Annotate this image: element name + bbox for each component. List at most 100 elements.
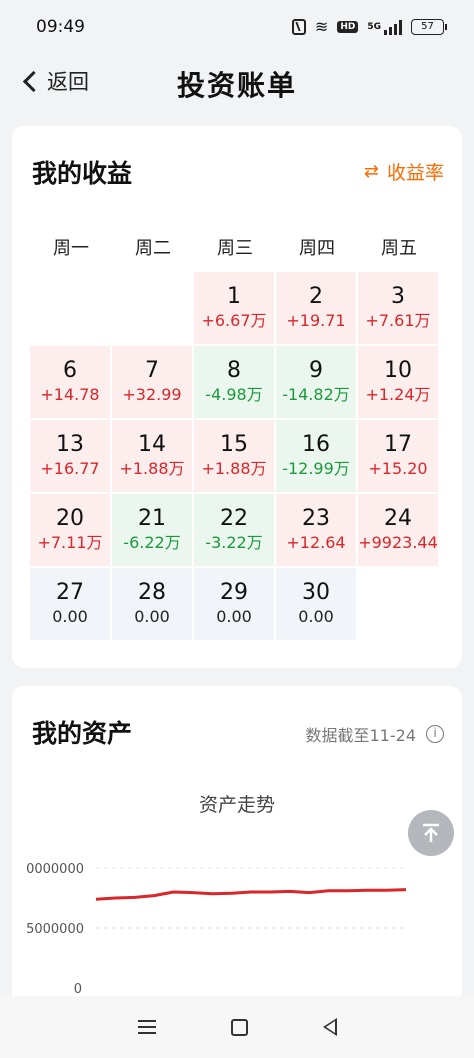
day-income-amount: 0.00 — [298, 606, 334, 626]
signal-icon — [384, 19, 402, 35]
hd-icon: HD — [337, 21, 359, 33]
day-number: 30 — [302, 580, 330, 606]
day-number: 28 — [138, 580, 166, 606]
day-income-amount: +6.67万 — [201, 310, 267, 330]
day-number: 17 — [384, 432, 412, 458]
status-time: 09:49 — [36, 17, 85, 37]
calendar-day-cell[interactable]: 16 -12.99万 — [276, 420, 356, 492]
data-date-label: 数据截至11-24 — [305, 726, 417, 745]
calendar-day-cell[interactable]: 24 +9923.44 — [358, 494, 438, 566]
calendar-day-cell[interactable]: 29 0.00 — [194, 568, 274, 640]
page-title: 投资账单 — [176, 69, 297, 102]
calendar-day-cell[interactable]: 10 +1.24万 — [358, 346, 438, 418]
day-number: 20 — [56, 506, 84, 532]
calendar-day-cell[interactable]: 17 +15.20 — [358, 420, 438, 492]
income-card: 我的收益 ⇄ 收益率 周一 周二 周三 周四 周五 1 +6.67万 2 +19.71… — [12, 126, 462, 668]
day-income-amount: -4.98万 — [205, 384, 263, 404]
weekday-label: 周二 — [135, 238, 171, 259]
info-icon[interactable]: i — [426, 725, 444, 743]
day-income-amount: +32.99 — [122, 384, 182, 404]
day-number: 7 — [145, 358, 159, 384]
day-number: 29 — [220, 580, 248, 606]
calendar-day-cell[interactable]: 20 +7.11万 — [30, 494, 110, 566]
day-number: 3 — [391, 284, 405, 310]
y-tick-label: 5000000 — [26, 922, 84, 937]
weekday-header: 周一 周二 周三 周四 周五 — [30, 234, 440, 260]
day-income-amount: +1.24万 — [365, 384, 431, 404]
calendar-day-cell[interactable]: 15 +1.88万 — [194, 420, 274, 492]
weekday-label: 周四 — [299, 238, 335, 259]
day-income-amount: -3.22万 — [205, 532, 263, 552]
calendar-day-cell[interactable]: 21 -6.22万 — [112, 494, 192, 566]
day-income-amount: +16.77 — [40, 458, 100, 478]
status-bar: 09:49 ≋ HD 5G 57 — [0, 0, 474, 54]
day-income-amount: 0.00 — [216, 606, 252, 626]
nfc-icon — [291, 19, 306, 35]
day-income-amount: +12.64 — [286, 532, 346, 552]
back-to-top-button[interactable] — [408, 810, 454, 856]
income-title: 我的收益 — [32, 159, 133, 188]
battery-icon: 57 — [411, 19, 447, 35]
day-number: 14 — [138, 432, 166, 458]
day-income-amount: -12.99万 — [282, 458, 350, 478]
day-income-amount: -14.82万 — [282, 384, 350, 404]
asset-trend-line — [95, 888, 407, 901]
menu-icon[interactable] — [137, 1020, 156, 1034]
day-income-amount: +1.88万 — [119, 458, 185, 478]
income-calendar: 1 +6.67万 2 +19.71 3 +7.61万 6 +14.78 7 +32.99 8 -4.9… — [30, 272, 440, 642]
calendar-day-cell[interactable]: 23 +12.64 — [276, 494, 356, 566]
top-navigation: 返回 投资账单 — [0, 54, 474, 116]
y-tick-label: 0 — [74, 982, 82, 997]
day-income-amount: 0.00 — [134, 606, 170, 626]
day-income-amount: 0.00 — [52, 606, 88, 626]
day-number: 27 — [56, 580, 84, 606]
day-income-amount: +19.71 — [286, 310, 346, 330]
chart-title: 资产走势 — [198, 794, 275, 816]
day-number: 23 — [302, 506, 330, 532]
day-number: 9 — [309, 358, 323, 384]
day-income-amount: +9923.44 — [358, 532, 438, 552]
arrow-up-icon — [423, 823, 439, 842]
day-income-amount: +15.20 — [368, 458, 428, 478]
data-date-note: 数据截至11-24 i — [305, 722, 444, 746]
calendar-day-cell[interactable]: 28 0.00 — [112, 568, 192, 640]
day-number: 21 — [138, 506, 166, 532]
status-icons: ≋ HD 5G 57 — [291, 17, 447, 36]
swap-icon: ⇄ — [363, 161, 379, 182]
calendar-day-cell[interactable]: 8 -4.98万 — [194, 346, 274, 418]
calendar-day-cell[interactable]: 30 0.00 — [276, 568, 356, 640]
return-rate-label: 收益率 — [386, 162, 444, 184]
asset-trend-chart: 0000000 5000000 0 — [26, 862, 407, 997]
return-rate-button[interactable]: ⇄ 收益率 — [364, 158, 444, 185]
home-icon[interactable] — [230, 1018, 248, 1036]
calendar-day-cell[interactable]: 14 +1.88万 — [112, 420, 192, 492]
calendar-day-cell[interactable]: 9 -14.82万 — [276, 346, 356, 418]
day-number: 10 — [384, 358, 412, 384]
day-income-amount: -6.22万 — [123, 532, 181, 552]
day-income-amount: +7.11万 — [37, 532, 103, 552]
calendar-day-cell[interactable]: 2 +19.71 — [276, 272, 356, 344]
day-number: 8 — [227, 358, 241, 384]
weekday-label: 周三 — [217, 238, 253, 259]
calendar-day-cell[interactable]: 1 +6.67万 — [194, 272, 274, 344]
calendar-day-cell[interactable]: 3 +7.61万 — [358, 272, 438, 344]
calendar-day-cell[interactable]: 27 0.00 — [30, 568, 110, 640]
day-number: 22 — [220, 506, 248, 532]
network-label: 5G — [367, 22, 381, 32]
day-number: 15 — [220, 432, 248, 458]
calendar-day-cell[interactable]: 22 -3.22万 — [194, 494, 274, 566]
day-number: 1 — [227, 284, 241, 310]
day-income-amount: +14.78 — [40, 384, 100, 404]
calendar-day-cell[interactable]: 6 +14.78 — [30, 346, 110, 418]
y-tick-label: 0000000 — [26, 862, 84, 877]
calendar-day-cell[interactable]: 13 +16.77 — [30, 420, 110, 492]
weekday-label: 周一 — [53, 238, 89, 259]
day-income-amount: +7.61万 — [365, 310, 431, 330]
assets-card: 我的资产 数据截至11-24 i 资产走势 0000000 5000000 0 — [12, 686, 462, 1006]
day-number: 16 — [302, 432, 330, 458]
wifi-icon: ≋ — [314, 17, 329, 36]
back-triangle-icon[interactable] — [322, 1018, 337, 1036]
day-number: 6 — [63, 358, 77, 384]
calendar-day-cell[interactable]: 7 +32.99 — [112, 346, 192, 418]
day-number: 2 — [309, 284, 323, 310]
